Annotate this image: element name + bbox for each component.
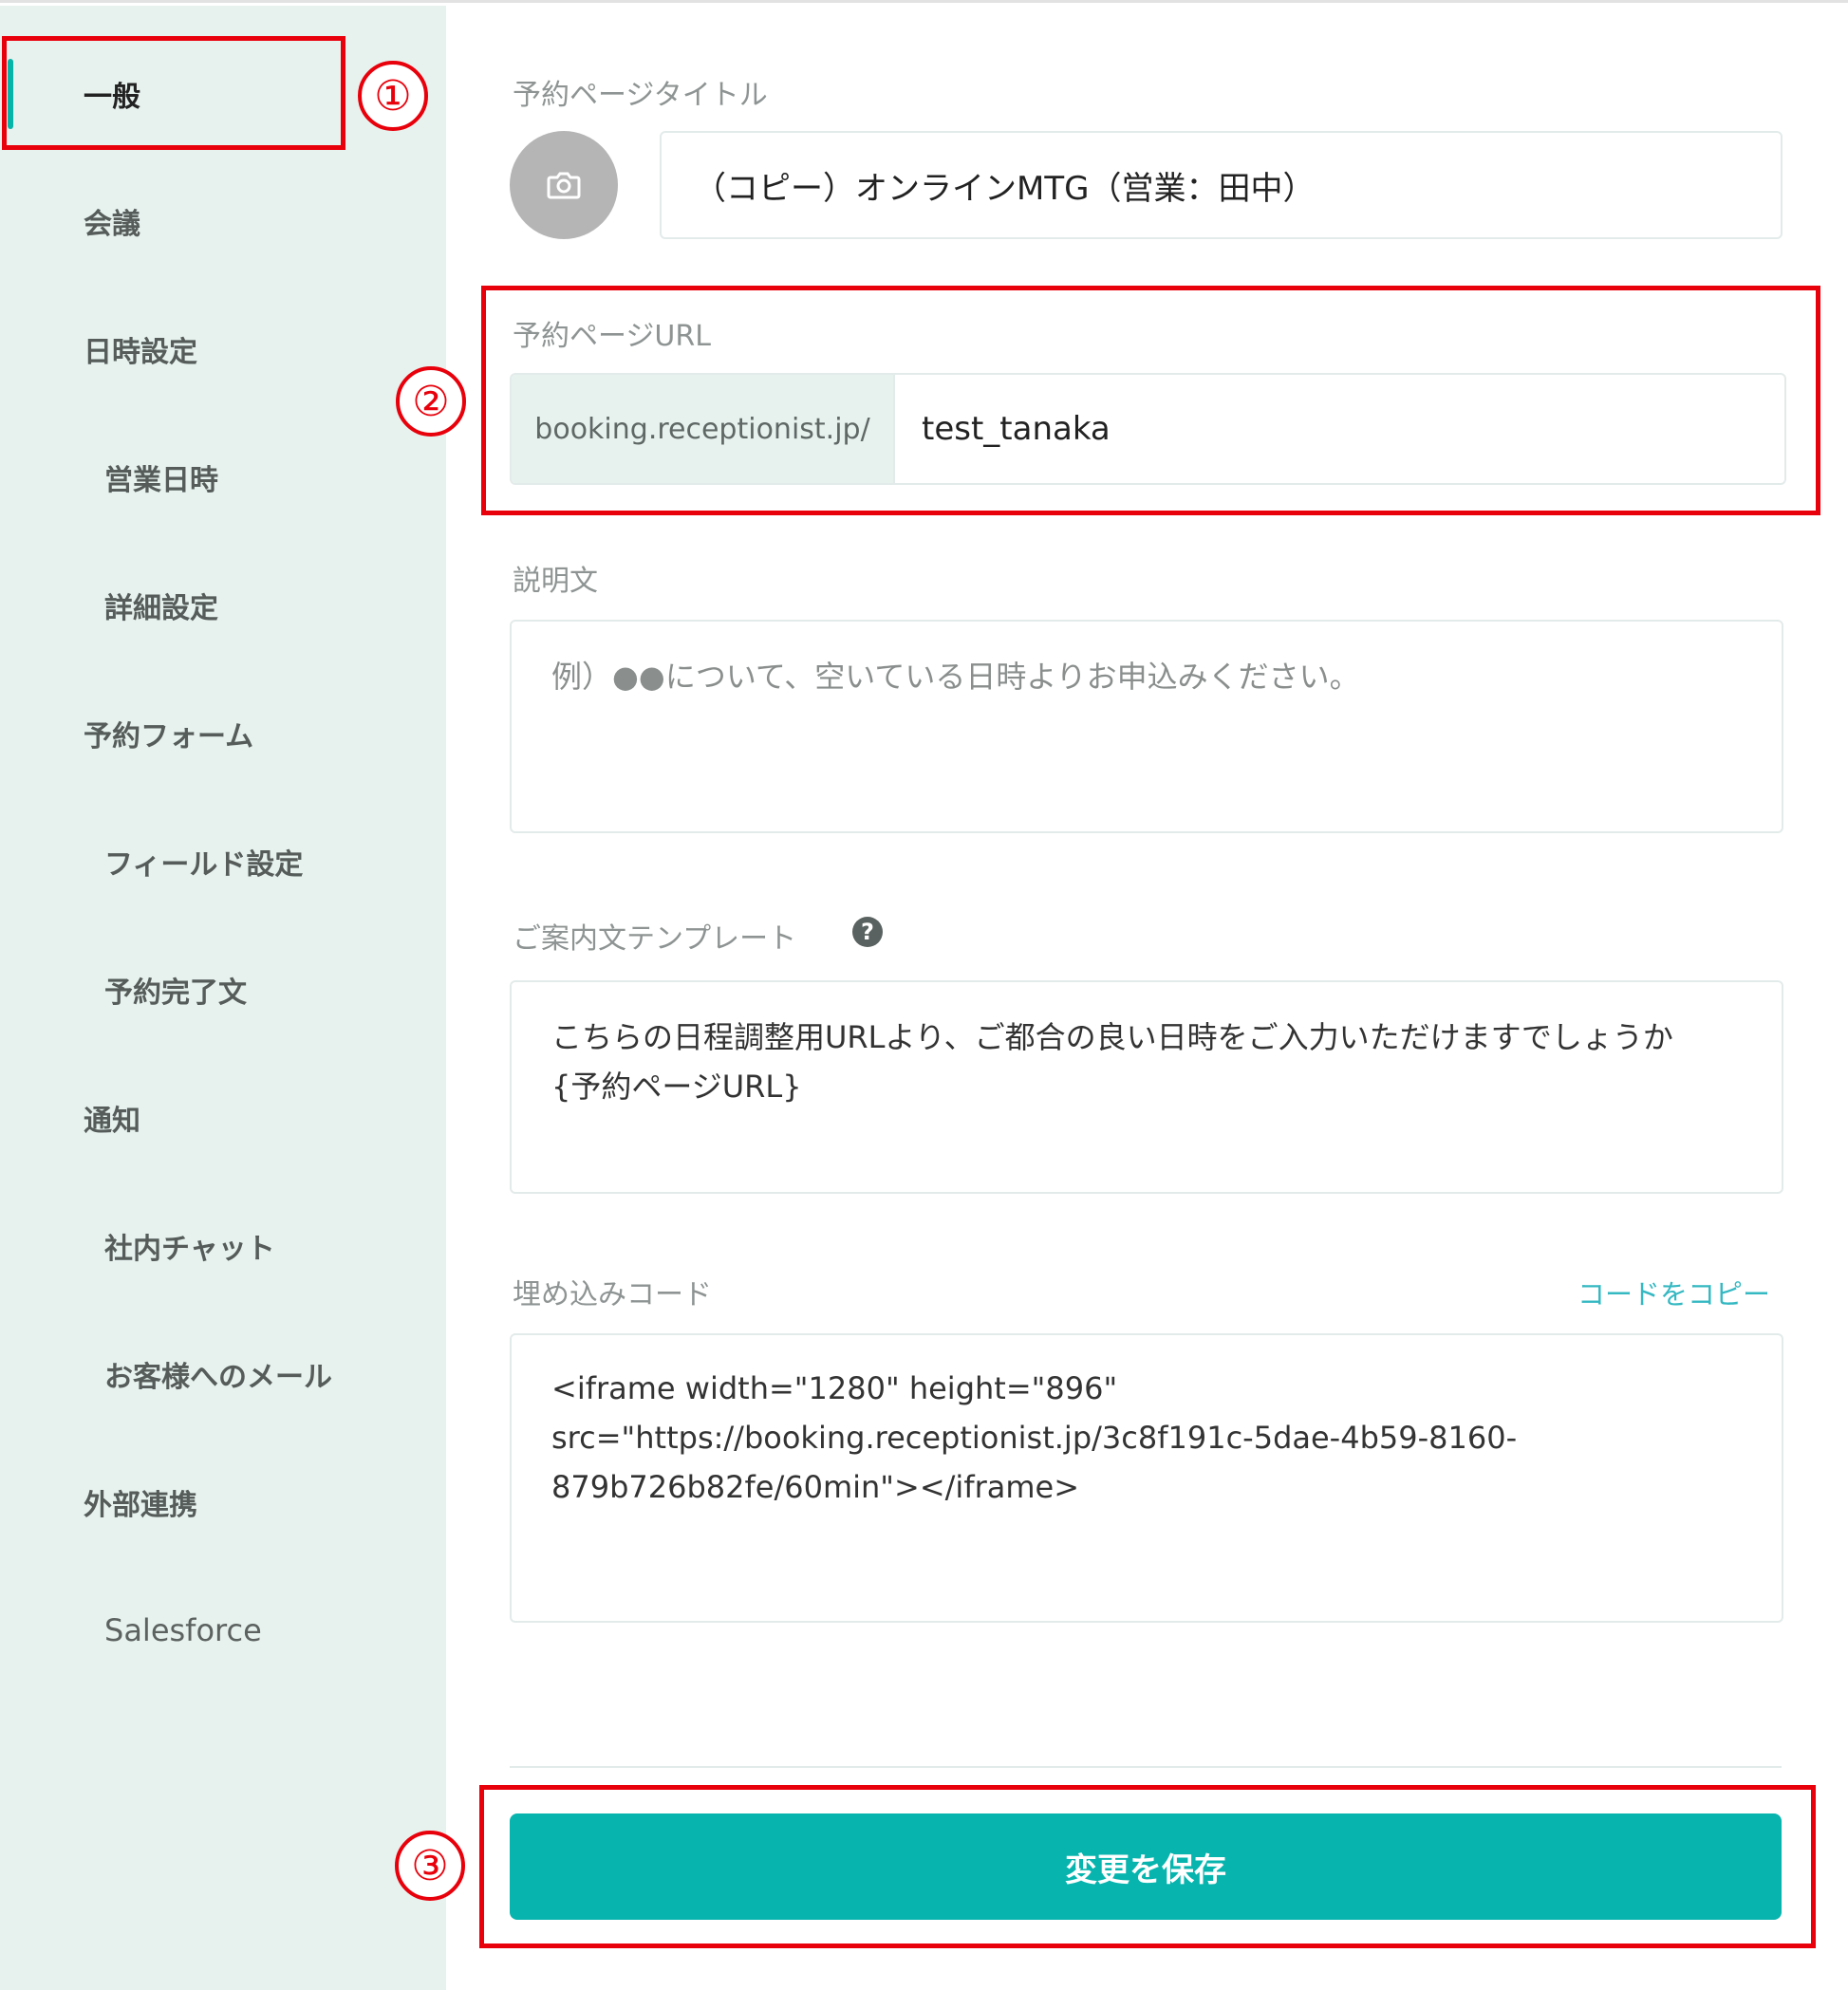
sidebar-item-integrations[interactable]: 外部連携	[0, 1450, 446, 1554]
camera-icon	[547, 172, 581, 199]
sidebar-item-completion-text[interactable]: 予約完了文	[0, 938, 446, 1042]
annotation-marker-1: ①	[358, 61, 428, 131]
url-slug-input[interactable]: test_tanaka	[895, 375, 1784, 483]
sidebar-item-label: お客様へのメール	[104, 1361, 332, 1394]
copy-code-link[interactable]: コードをコピー	[1577, 1273, 1770, 1312]
sidebar-item-label: 日時設定	[84, 336, 197, 369]
question-circle-icon[interactable]: ?	[852, 917, 883, 947]
sidebar-item-field-settings[interactable]: フィールド設定	[0, 809, 446, 914]
template-textarea[interactable]: こちらの日程調整用URLより、ご都合の良い日時をご入力いただけますでしょうか {…	[510, 980, 1783, 1194]
page-url-field: booking.receptionist.jp/ test_tanaka	[510, 373, 1786, 485]
embed-code-textarea[interactable]: <iframe width="1280" height="896" src="h…	[510, 1333, 1783, 1623]
save-button[interactable]: 変更を保存	[510, 1813, 1782, 1920]
sidebar-item-label: 営業日時	[104, 464, 218, 497]
sidebar-item-datetime-settings[interactable]: 日時設定	[0, 297, 446, 401]
sidebar-item-label: Salesforce	[104, 1612, 262, 1648]
settings-page: 一般 会議 日時設定 営業日時 詳細設定 予約フォーム フィールド設定 予約完了…	[0, 0, 1848, 1990]
annotation-marker-3: ③	[395, 1831, 465, 1901]
divider	[510, 1766, 1782, 1768]
sidebar-item-label: 通知	[84, 1105, 140, 1138]
template-line: {予約ページURL}	[551, 1069, 802, 1105]
sidebar-item-label: 社内チャット	[104, 1233, 275, 1266]
annotation-marker-2: ②	[396, 366, 466, 437]
template-line: こちらの日程調整用URLより、ご都合の良い日時をご入力いただけますでしょうか	[551, 1019, 1673, 1055]
sidebar-item-label: フィールド設定	[104, 848, 304, 882]
sidebar-item-meeting[interactable]: 会議	[0, 169, 446, 273]
sidebar-item-label: 会議	[84, 208, 140, 241]
sidebar-item-label: 外部連携	[84, 1489, 197, 1522]
sidebar-item-label: 予約フォーム	[84, 720, 254, 753]
embed-code-line: src="https://booking.receptionist.jp/3c8…	[551, 1420, 1518, 1456]
embed-code-line: <iframe width="1280" height="896"	[551, 1370, 1118, 1406]
sidebar-item-label: 一般	[84, 81, 140, 114]
description-label: 説明文	[513, 565, 598, 598]
sidebar-item-label: 予約完了文	[104, 976, 247, 1010]
sidebar-item-business-hours[interactable]: 営業日時	[0, 425, 446, 530]
sidebar-item-detail-settings[interactable]: 詳細設定	[0, 553, 446, 658]
template-label: ご案内文テンプレート	[513, 922, 797, 956]
url-slug-value: test_tanaka	[922, 410, 1111, 448]
active-indicator	[8, 59, 13, 129]
sidebar-item-notifications[interactable]: 通知	[0, 1066, 446, 1170]
sidebar-item-label: 詳細設定	[104, 592, 218, 625]
page-url-label: 予約ページURL	[513, 320, 711, 353]
embed-code-line: 879b726b82fe/60min"></iframe>	[551, 1469, 1080, 1505]
sidebar-item-booking-form[interactable]: 予約フォーム	[0, 681, 446, 786]
description-placeholder: 例）●●について、空いている日時よりお申込みください。	[551, 659, 1360, 695]
sidebar-item-customer-email[interactable]: お客様へのメール	[0, 1322, 446, 1426]
sidebar-item-internal-chat[interactable]: 社内チャット	[0, 1194, 446, 1298]
url-prefix: booking.receptionist.jp/	[512, 375, 895, 483]
page-title-value: （コピー）オンラインMTG（営業：田中）	[694, 169, 1316, 208]
sidebar: 一般 会議 日時設定 営業日時 詳細設定 予約フォーム フィールド設定 予約完了…	[0, 6, 446, 1990]
page-image-upload[interactable]	[510, 131, 618, 239]
description-textarea[interactable]: 例）●●について、空いている日時よりお申込みください。	[510, 620, 1783, 833]
embed-code-label: 埋め込みコード	[513, 1278, 712, 1311]
page-title-label: 予約ページタイトル	[513, 79, 768, 112]
url-prefix-text: booking.receptionist.jp/	[534, 412, 870, 446]
page-title-input[interactable]: （コピー）オンラインMTG（営業：田中）	[660, 131, 1783, 239]
sidebar-item-salesforce[interactable]: Salesforce	[0, 1578, 446, 1683]
